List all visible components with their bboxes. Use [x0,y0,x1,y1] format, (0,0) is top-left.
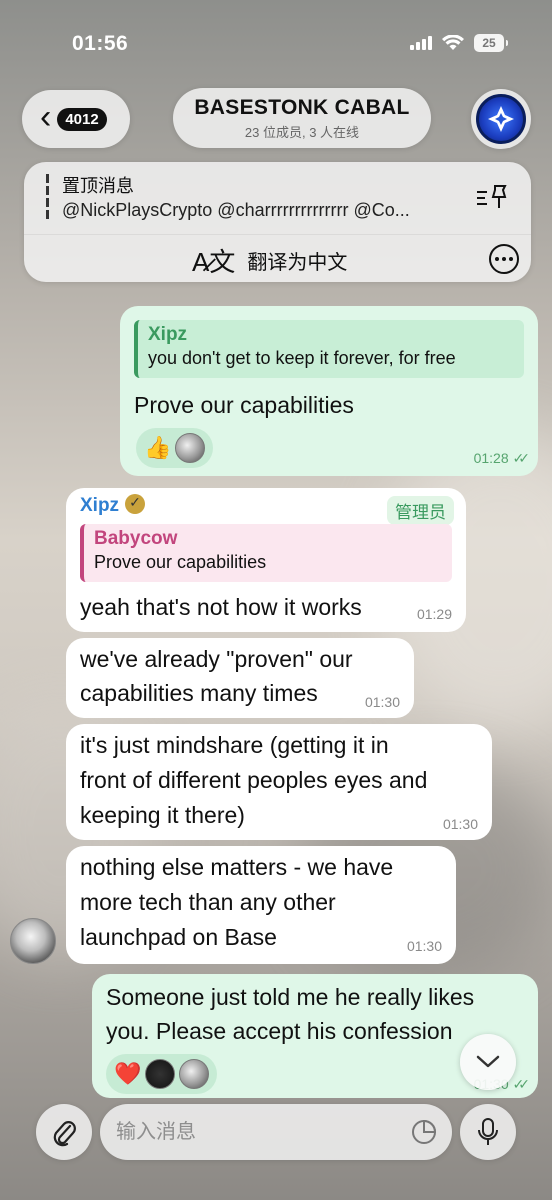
sticker-icon[interactable] [410,1118,438,1146]
message-text-line: you. Please accept his confession [106,1018,453,1044]
message-text: Prove our capabilities [134,392,354,418]
message-input-container[interactable] [100,1104,452,1160]
message-input[interactable] [116,1104,396,1160]
back-chevron-icon: ‹ [40,98,52,136]
chevron-down-icon [476,1055,500,1068]
message-time: 01:29 [416,606,452,622]
heart-emoji: ❤️ [114,1061,142,1086]
divider [24,234,531,235]
chat-title[interactable]: BASESTONK CABAL 23 位成员, 3 人在线 [173,88,431,148]
quote-text: you don't get to keep it forever, for fr… [148,348,456,368]
message-bubble-incoming[interactable]: nothing else matters - we have more tech… [66,846,456,964]
quote-text: Prove our capabilities [94,552,267,572]
pin-icon[interactable] [475,182,509,212]
message-text-line: it's just mindshare (getting it in [80,732,389,758]
voice-button[interactable] [460,1104,516,1160]
message-time: 01:30 [406,938,442,954]
quote-sender: Babycow [94,528,178,549]
message-bubble-outgoing[interactable]: Xipz you don't get to keep it forever, f… [120,306,538,476]
thumbs-up-emoji: 👍 [144,435,172,460]
admin-badge: 管理员 [387,496,454,525]
group-avatar-button[interactable] [471,89,531,149]
sender-avatar[interactable] [10,918,56,964]
wifi-icon [442,35,464,50]
message-time: 01:30 [442,816,478,832]
reactor-avatar [179,1059,210,1089]
more-icon[interactable] [489,244,519,274]
message-text-line: more tech than any other [80,889,336,915]
message-text-line: we've already "proven" our [80,646,353,672]
translate-label: 翻译为中文 [247,252,348,274]
translate-button[interactable]: A̷文 翻译为中文 [192,242,347,279]
message-time: 01:28 ✓✓ [473,450,531,466]
mic-icon [478,1118,498,1145]
reactor-avatar [145,1059,176,1089]
pinned-message-panel[interactable]: 置顶消息 @NickPlaysCrypto @charrrrrrrrrrrrrr… [24,162,531,282]
message-bubble-incoming[interactable]: it's just mindshare (getting it in front… [66,724,492,840]
message-text-line: capabilities many times [80,680,318,706]
message-bubble-incoming[interactable]: we've already "proven" our capabilities … [66,638,414,718]
attach-button[interactable] [36,1104,92,1160]
quote-sender: Xipz [148,324,188,345]
pinned-text: @NickPlaysCrypto @charrrrrrrrrrrrrr @Co.… [62,200,410,220]
group-name: BASESTONK CABAL [194,96,410,119]
back-button[interactable]: ‹ 4012 [22,90,130,148]
message-bubble-incoming[interactable]: Xipz 管理员 Babycow Prove our capabilities … [66,488,466,632]
message-text-line: launchpad on Base [80,924,277,950]
translate-icon: A̷文 [192,247,236,277]
attach-icon [53,1121,76,1147]
pinned-indicator [46,174,49,222]
reaction-pill[interactable]: ❤️ [106,1054,218,1094]
reaction-pill[interactable]: 👍 [136,428,214,468]
unread-count-badge: 4012 [57,107,107,131]
sender-name[interactable]: Xipz [80,495,119,516]
reply-quote[interactable]: Xipz you don't get to keep it forever, f… [134,320,524,378]
status-time: 01:56 [72,32,129,55]
reply-quote[interactable]: Babycow Prove our capabilities [80,524,452,582]
message-text-line: front of different peoples eyes and [80,767,428,793]
reactor-avatar [175,433,206,463]
read-checks-icon: ✓✓ [512,450,531,466]
battery-icon: 25 [474,34,508,52]
member-count: 23 位成员, 3 人在线 [244,125,360,140]
message-text-line: keeping it there) [80,802,245,828]
read-checks-icon: ✓✓ [512,1076,531,1092]
status-bar: 01:56 25 [0,0,552,70]
message-text-line: Someone just told me he really likes [106,984,475,1010]
message-text-line: nothing else matters - we have [80,854,394,880]
message-text: yeah that's not how it works [80,594,362,620]
sender-row: Xipz [80,494,146,517]
scroll-to-bottom-button[interactable] [460,1034,516,1090]
pinned-title: 置顶消息 [62,176,134,196]
message-time: 01:30 [364,694,400,710]
status-icons: 25 [410,34,508,52]
star-logo-icon [488,106,514,132]
verified-badge-icon [125,494,146,514]
signal-icon [410,36,432,50]
group-avatar [476,94,526,144]
